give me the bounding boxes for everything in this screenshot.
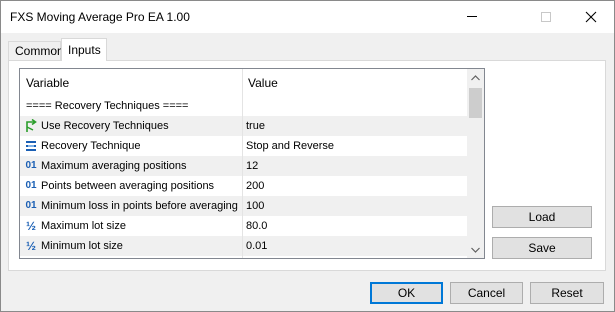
value-cell[interactable] bbox=[243, 96, 467, 116]
ok-button[interactable]: OK bbox=[370, 282, 443, 304]
value-text: 100 bbox=[246, 200, 265, 212]
variable-cell: ==== Recovery Techniques ==== bbox=[20, 96, 242, 116]
save-button[interactable]: Save bbox=[492, 237, 592, 259]
table-row[interactable]: Recovery Technique Stop and Reverse bbox=[20, 136, 467, 156]
integer-icon: 01 bbox=[25, 160, 37, 171]
variable-label: Use Recovery Techniques bbox=[41, 120, 169, 132]
close-button[interactable] bbox=[568, 1, 614, 32]
value-text: 12 bbox=[246, 160, 259, 172]
title-bar: FXS Moving Average Pro EA 1.00 bbox=[1, 1, 614, 33]
tab-common[interactable]: Common bbox=[8, 41, 64, 60]
window-title: FXS Moving Average Pro EA 1.00 bbox=[10, 10, 190, 24]
value-text: 80.0 bbox=[246, 220, 268, 232]
value-cell[interactable]: Stop and Reverse bbox=[243, 136, 467, 156]
double-icon: ½ bbox=[25, 219, 36, 233]
value-text: 0.01 bbox=[246, 240, 268, 252]
value-cell[interactable]: true bbox=[243, 116, 467, 136]
maximize-icon bbox=[541, 11, 551, 22]
minimize-icon bbox=[467, 16, 477, 17]
chevron-up-icon bbox=[471, 74, 480, 80]
table-row[interactable]: 01 Points between averaging positions 20… bbox=[20, 176, 467, 196]
table-row[interactable]: ½ Maximum lot size 80.0 bbox=[20, 216, 467, 236]
value-text: 200 bbox=[246, 180, 265, 192]
table-row[interactable]: ==== Recovery Techniques ==== bbox=[20, 96, 467, 116]
variable-label: Minimum lot size bbox=[41, 240, 123, 252]
value-cell[interactable]: 12 bbox=[243, 156, 467, 176]
scroll-down-button[interactable] bbox=[467, 241, 484, 258]
value-cell[interactable]: 0.01 bbox=[243, 236, 467, 256]
double-icon: ½ bbox=[25, 239, 36, 253]
inputs-grid: Variable Value ==== Recovery Techniques … bbox=[19, 68, 485, 259]
minimize-button[interactable] bbox=[449, 1, 495, 32]
variable-label: Maximum lot size bbox=[41, 220, 126, 232]
variable-label: Maximum averaging positions bbox=[41, 160, 187, 172]
scroll-up-button[interactable] bbox=[467, 69, 484, 86]
scroll-thumb[interactable] bbox=[469, 88, 482, 118]
reset-button[interactable]: Reset bbox=[530, 282, 604, 304]
column-header-value[interactable]: Value bbox=[248, 76, 278, 90]
enum-list-icon bbox=[24, 139, 38, 153]
variable-label: Points between averaging positions bbox=[41, 180, 215, 192]
vertical-scrollbar[interactable] bbox=[467, 69, 484, 258]
load-button[interactable]: Load bbox=[492, 206, 592, 228]
column-divider[interactable] bbox=[242, 69, 243, 258]
variable-label: Minimum loss in points before averaging bbox=[41, 200, 238, 212]
value-cell[interactable]: 80.0 bbox=[243, 216, 467, 236]
close-icon bbox=[585, 11, 597, 22]
table-row[interactable]: Use Recovery Techniques true bbox=[20, 116, 467, 136]
grid-header: Variable Value bbox=[20, 69, 467, 96]
value-text: Stop and Reverse bbox=[246, 140, 335, 152]
table-row[interactable]: ½ Minimum lot size 0.01 bbox=[20, 236, 467, 256]
variable-cell: ½ Minimum lot size bbox=[20, 236, 242, 256]
variable-cell: Use Recovery Techniques bbox=[20, 116, 242, 136]
chevron-down-icon bbox=[471, 247, 480, 253]
variable-label: ==== Recovery Techniques ==== bbox=[26, 100, 189, 112]
value-cell[interactable]: 200 bbox=[243, 176, 467, 196]
variable-cell: 01 Maximum averaging positions bbox=[20, 156, 242, 176]
cancel-button[interactable]: Cancel bbox=[450, 282, 523, 304]
variable-cell: 01 Points between averaging positions bbox=[20, 176, 242, 196]
table-row[interactable]: 01 Minimum loss in points before averagi… bbox=[20, 196, 467, 216]
variable-cell: Recovery Technique bbox=[20, 136, 242, 156]
column-header-variable[interactable]: Variable bbox=[26, 76, 69, 90]
integer-icon: 01 bbox=[25, 200, 37, 211]
variable-label: Recovery Technique bbox=[41, 140, 141, 152]
variable-cell: ½ Maximum lot size bbox=[20, 216, 242, 236]
table-row[interactable]: 01 Maximum averaging positions 12 bbox=[20, 156, 467, 176]
value-cell[interactable]: 100 bbox=[243, 196, 467, 216]
green-arrow-icon bbox=[24, 118, 38, 133]
grid-content: Variable Value ==== Recovery Techniques … bbox=[20, 69, 467, 258]
integer-icon: 01 bbox=[25, 180, 37, 191]
tab-inputs[interactable]: Inputs bbox=[61, 38, 107, 61]
maximize-button bbox=[523, 1, 569, 32]
variable-cell: 01 Minimum loss in points before averagi… bbox=[20, 196, 242, 216]
value-text: true bbox=[246, 120, 265, 132]
